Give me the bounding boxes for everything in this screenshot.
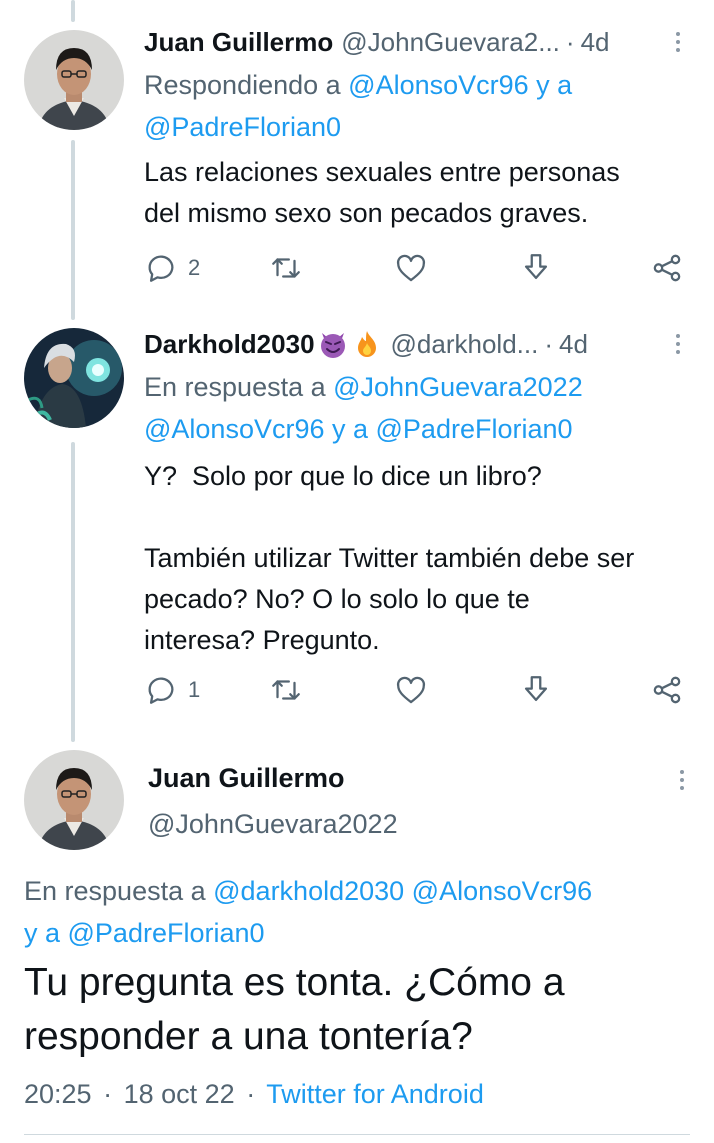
tweet-meta: 20:25 · 18 oct 22 · Twitter for Android [24, 1076, 484, 1112]
reply-icon [148, 255, 174, 282]
reply-button[interactable]: 1 [144, 673, 204, 707]
display-name[interactable]: Darkhold2030 [144, 329, 315, 360]
download-button[interactable] [519, 673, 579, 707]
tweet-actions: 2 [144, 248, 684, 288]
mention-link[interactable]: @AlonsoVcr96 y a @PadreFlorian0 [144, 408, 694, 450]
display-name[interactable]: Juan Guillermo [148, 760, 345, 796]
reply-count: 1 [188, 677, 201, 702]
like-icon [396, 254, 426, 282]
replying-to: En respuesta a @JohnGuevara2022 @AlonsoV… [144, 366, 694, 450]
share-button[interactable] [644, 251, 684, 285]
like-button[interactable] [394, 673, 454, 707]
smiling-devil-emoji [320, 333, 345, 358]
retweet-icon [272, 680, 300, 700]
mention-link[interactable]: @AlonsoVcr96 y a [348, 70, 572, 100]
separator-dot: · [246, 1079, 256, 1109]
share-button[interactable] [644, 673, 684, 707]
tweet-thread: Juan Guillermo @JohnGuevara2... · 4d Res… [0, 0, 714, 1143]
tweet-date: 18 oct 22 [123, 1079, 235, 1109]
reply-icon [148, 677, 174, 704]
fire-emoji [357, 331, 376, 357]
retweet-icon [272, 258, 300, 278]
thread-line-top [71, 0, 75, 22]
avatar[interactable] [24, 30, 124, 130]
thread-line-1 [71, 140, 75, 320]
timestamp[interactable]: 4d [559, 329, 588, 360]
retweet-button[interactable] [269, 251, 329, 285]
tweet-source[interactable]: Twitter for Android [266, 1079, 484, 1109]
avatar[interactable] [24, 328, 124, 428]
tweet-text: Y? Solo por que lo dice un libro? Tambié… [144, 461, 635, 655]
tweet-text: Las relaciones sexuales entre personas d… [144, 157, 620, 228]
more-icon[interactable] [670, 762, 694, 798]
user-handle[interactable]: @darkhold... [391, 329, 539, 360]
replying-to: En respuesta a @darkhold2030 @AlonsoVcr9… [24, 870, 694, 954]
tweet-text: Tu pregunta es tonta. ¿Cómo a responder … [24, 961, 565, 1058]
download-icon [524, 254, 548, 280]
tweet-actions: 1 [144, 670, 684, 710]
user-handle[interactable]: @JohnGuevara2022 [148, 806, 398, 842]
mention-link[interactable]: @JohnGuevara2022 [333, 372, 583, 402]
more-icon[interactable] [666, 24, 690, 60]
share-icon [653, 254, 681, 282]
user-handle[interactable]: @JohnGuevara2... [341, 27, 560, 58]
more-icon[interactable] [666, 326, 690, 362]
tweet-header: Darkhold2030 @darkhold... · 4d [144, 326, 690, 362]
tweet-time: 20:25 [24, 1079, 92, 1109]
mention-link[interactable]: @PadreFlorian0 [144, 106, 694, 148]
display-name[interactable]: Juan Guillermo [144, 27, 333, 58]
separator-dot: · [103, 1079, 113, 1109]
mention-link[interactable]: y a @PadreFlorian0 [24, 912, 694, 954]
thread-line-2 [71, 442, 75, 742]
avatar[interactable] [24, 750, 124, 850]
timestamp[interactable]: 4d [581, 27, 610, 58]
reply-count: 2 [188, 255, 201, 280]
reply-button[interactable]: 2 [144, 251, 204, 285]
like-icon [396, 676, 426, 704]
divider [24, 1134, 690, 1135]
download-button[interactable] [519, 251, 579, 285]
download-icon [524, 676, 548, 702]
mention-link[interactable]: @darkhold2030 @AlonsoVcr96 [213, 876, 592, 906]
replying-to: Respondiendo a @AlonsoVcr96 y a @PadreFl… [144, 64, 694, 148]
separator-dot: · [544, 328, 554, 359]
separator-dot: · [565, 26, 575, 57]
share-icon [653, 676, 681, 704]
like-button[interactable] [394, 251, 454, 285]
tweet-header: Juan Guillermo @JohnGuevara2... · 4d [144, 24, 690, 60]
retweet-button[interactable] [269, 673, 329, 707]
